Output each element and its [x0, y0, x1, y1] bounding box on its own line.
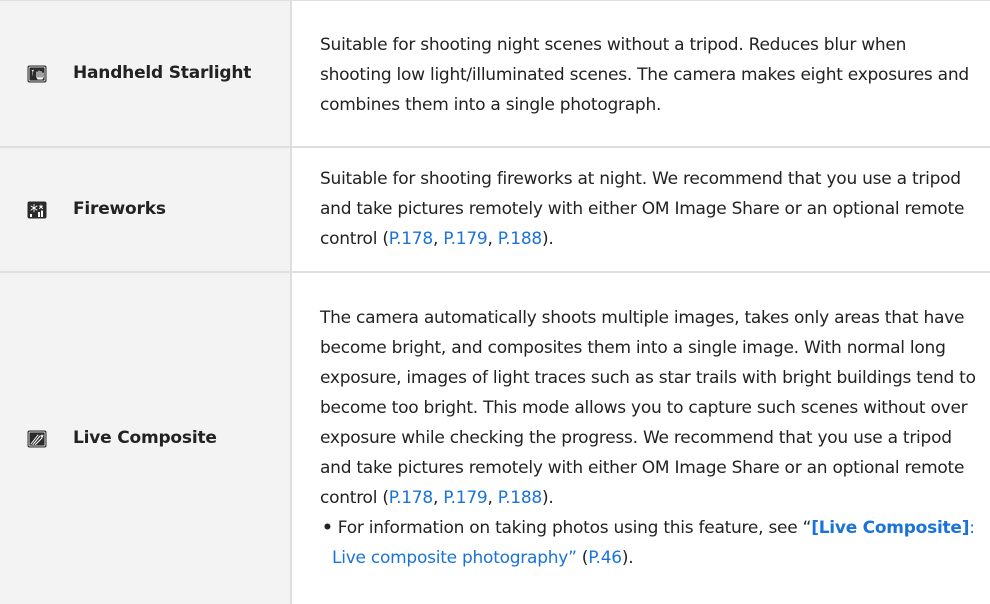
note-suffix: ).	[621, 548, 634, 568]
live-composite-icon	[27, 430, 47, 448]
page-link[interactable]: P.188	[498, 229, 542, 249]
page-link[interactable]: P.178	[389, 229, 433, 249]
separator: ,	[432, 229, 444, 249]
separator: ,	[487, 229, 498, 249]
page-link[interactable]: P.179	[443, 229, 487, 249]
separator: ,	[432, 488, 444, 508]
mode-icon-cell	[0, 145, 73, 272]
fireworks-icon	[27, 201, 47, 219]
page-link[interactable]: P.179	[443, 488, 487, 508]
mode-name: Fireworks	[73, 145, 291, 272]
page-link[interactable]: P.188	[498, 488, 542, 508]
table-row: Handheld Starlight Suitable for shooting…	[0, 0, 990, 147]
bullet-dot: •	[322, 518, 333, 538]
mode-description: The camera automatically shoots multiple…	[290, 270, 990, 604]
description-text: The camera automatically shoots multiple…	[320, 308, 976, 508]
description-text: Suitable for shooting night scenes witho…	[320, 35, 969, 116]
mode-description: Suitable for shooting fireworks at night…	[290, 145, 990, 272]
table-row: Fireworks Suitable for shooting firework…	[0, 145, 990, 272]
note-prefix: For information on taking photos using t…	[337, 518, 812, 538]
closing-text: ).	[542, 488, 554, 508]
handheld-starlight-icon	[27, 65, 47, 83]
mode-name: Handheld Starlight	[73, 0, 291, 147]
scene-modes-table: Handheld Starlight Suitable for shooting…	[0, 0, 990, 604]
mode-icon-cell	[0, 0, 73, 147]
page-link[interactable]: P.178	[389, 488, 433, 508]
mode-icon-cell	[0, 270, 73, 604]
note-mid: (	[576, 548, 589, 568]
closing-text: ).	[542, 229, 554, 249]
page-link[interactable]: P.46	[588, 548, 622, 568]
separator: ,	[487, 488, 498, 508]
description-paragraph: The camera automatically shoots multiple…	[320, 303, 976, 513]
mode-description: Suitable for shooting night scenes witho…	[290, 0, 990, 147]
live-composite-link[interactable]: [Live Composite]	[811, 518, 969, 538]
table-row: Live Composite The camera automatically …	[0, 270, 990, 604]
bullet-note: • For information on taking photos using…	[320, 513, 976, 573]
mode-name: Live Composite	[73, 270, 291, 604]
